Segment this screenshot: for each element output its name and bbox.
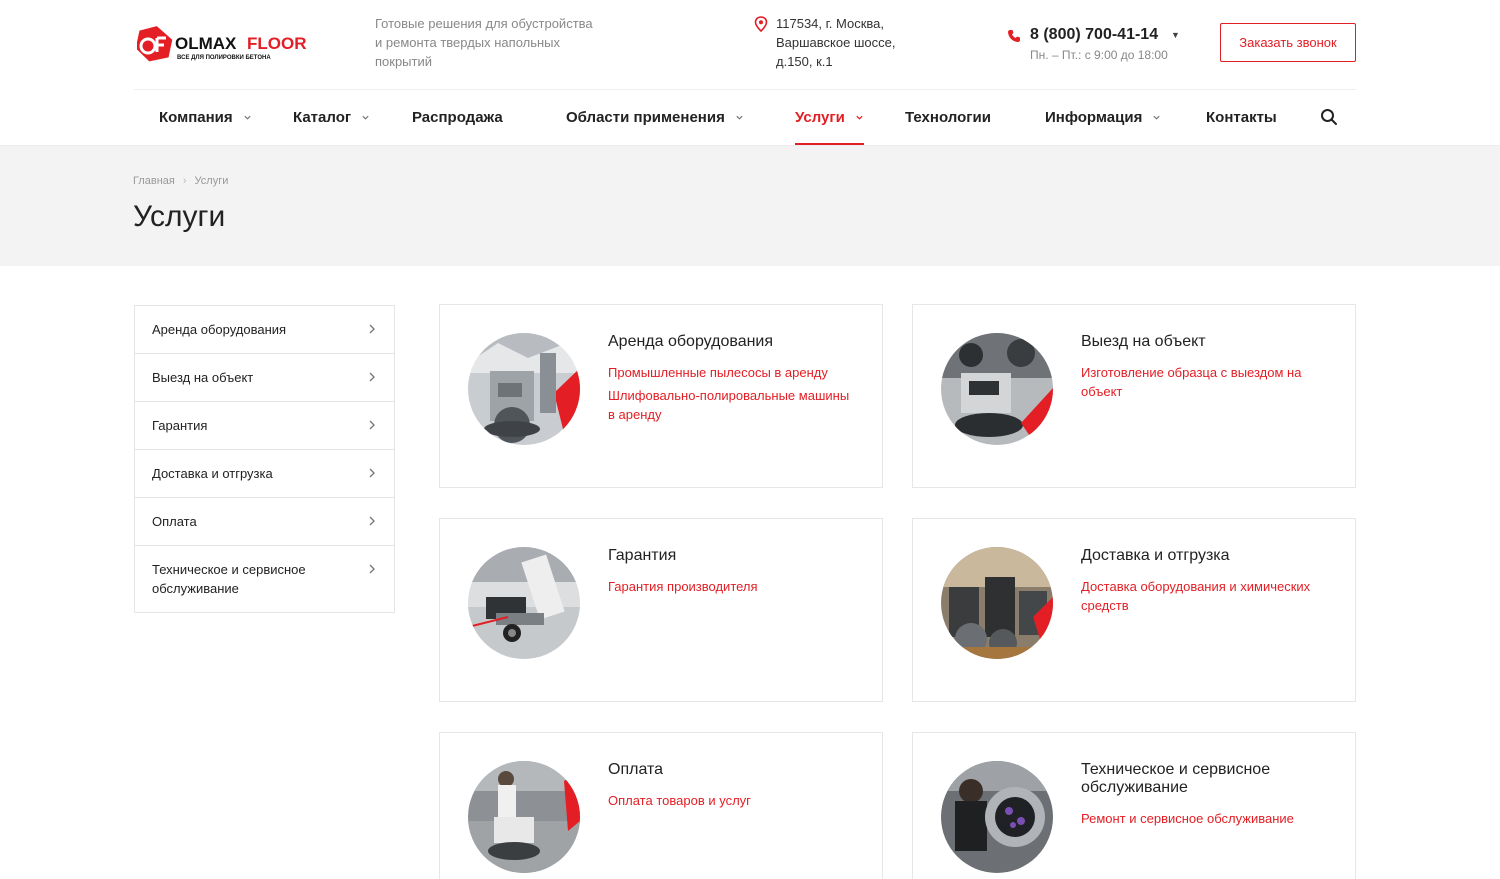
card-title[interactable]: Доставка и отгрузка [1081,547,1331,565]
chevron-down-icon [1153,115,1160,120]
card-links: Доставка оборудования и химических средс… [1081,577,1331,619]
phone-number[interactable]: 8 (800) 700-41-14 [1030,26,1158,44]
svg-text:OLMAX: OLMAX [175,34,237,53]
service-card-delivery[interactable]: Доставка и отгрузка Доставка оборудовани… [912,518,1356,702]
service-card-payment[interactable]: Оплата Оплата товаров и услуг [439,732,883,879]
header-tagline: Готовые решения для обустройства и ремон… [375,16,593,69]
sidebar-item-warranty[interactable]: Гарантия [135,402,394,450]
chevron-down-icon [856,115,863,120]
card-link-sample[interactable]: Изготовление образца с выездом на объект [1081,363,1331,401]
chevron-right-icon [369,372,375,382]
page: OLMAX FLOOR ВСЕ ДЛЯ ПОЛИРОВКИ БЕТОНА Гот… [0,0,1500,879]
card-title[interactable]: Аренда оборудования [608,333,858,351]
callback-button[interactable]: Заказать звонок [1220,23,1356,62]
sidebar-item-label: Оплата [152,514,197,529]
page-title-band: Главная › Услуги Услуги [0,145,1500,266]
breadcrumb: Главная › Услуги [133,175,228,187]
card-title[interactable]: Техническое и сервисное обслуживание [1081,761,1331,797]
nav-item-catalog[interactable]: Каталог [293,90,370,145]
nav-label: Распродажа [412,109,503,126]
machine-cart-photo-icon [468,547,580,659]
logo-mark-icon: OLMAX FLOOR ВСЕ ДЛЯ ПОЛИРОВКИ БЕТОНА [135,26,307,62]
grinder-onsite-photo-icon [941,333,1053,445]
sidebar-item-rental[interactable]: Аренда оборудования [135,306,394,354]
working-hours: Пн. – Пт.: с 9:00 до 18:00 [1030,48,1168,62]
main-nav: Компания Каталог Распродажа Области прим… [134,89,1356,145]
warehouse-photo-icon [941,547,1053,659]
sidebar-item-delivery[interactable]: Доставка и отгрузка [135,450,394,498]
nav-label: Области применения [566,109,725,126]
service-card-warranty[interactable]: Гарантия Гарантия производителя [439,518,883,702]
nav-item-technologies[interactable]: Технологии [905,90,991,145]
svg-text:FLOOR: FLOOR [247,34,307,53]
breadcrumb-separator-icon: › [182,175,187,187]
floor-grinder-photo-icon [468,333,580,445]
chevron-right-icon [369,324,375,334]
card-link-grinders[interactable]: Шлифовально-полировальные машины в аренд… [608,386,858,424]
sidebar-item-payment[interactable]: Оплата [135,498,394,546]
breadcrumb-current: Услуги [194,175,229,187]
nav-label: Технологии [905,109,991,126]
nav-label: Информация [1045,109,1143,126]
service-card-onsite[interactable]: Выезд на объект Изготовление образца с в… [912,304,1356,488]
card-link-payment[interactable]: Оплата товаров и услуг [608,791,858,810]
card-link-equipment-delivery[interactable]: Доставка оборудования и химических средс… [1081,577,1331,615]
search-icon[interactable] [1320,108,1338,126]
service-card-maintenance[interactable]: Техническое и сервисное обслуживание Рем… [912,732,1356,879]
location-pin-icon [754,16,768,32]
nav-item-contacts[interactable]: Контакты [1206,90,1277,145]
card-links: Изготовление образца с выездом на объект [1081,363,1331,405]
nav-label: Услуги [795,109,845,126]
card-link-repair[interactable]: Ремонт и сервисное обслуживание [1081,809,1331,828]
sidebar-item-label: Аренда оборудования [152,322,287,337]
nav-label: Компания [159,109,233,126]
sidebar-item-label: Техническое и сервисное обслуживание [152,562,306,596]
sidebar-item-service[interactable]: Техническое и сервисное обслуживание [135,546,394,612]
chevron-right-icon [369,468,375,478]
sidebar-item-label: Доставка и отгрузка [152,466,273,481]
nav-item-company[interactable]: Компания [159,90,252,145]
service-card-rental[interactable]: Аренда оборудования Промышленные пылесос… [439,304,883,488]
floor-polisher-photo-icon [468,761,580,873]
nav-label: Контакты [1206,109,1277,126]
site-header: OLMAX FLOOR ВСЕ ДЛЯ ПОЛИРОВКИ БЕТОНА Гот… [0,0,1500,90]
phone-icon [1008,30,1020,42]
service-technician-photo-icon [941,761,1053,873]
page-title: Услуги [133,200,226,233]
address-text: 117534, г. Москва, Варшавское шоссе, д.1… [776,16,896,69]
chevron-down-icon [362,115,369,120]
svg-text:ВСЕ ДЛЯ ПОЛИРОВКИ БЕТОНА: ВСЕ ДЛЯ ПОЛИРОВКИ БЕТОНА [177,55,271,61]
sidebar-item-onsite[interactable]: Выезд на объект [135,354,394,402]
nav-item-services[interactable]: Услуги [795,90,864,145]
sidebar-item-label: Гарантия [152,418,208,433]
nav-label: Каталог [293,109,352,126]
card-link-manufacturer-warranty[interactable]: Гарантия производителя [608,577,858,596]
card-links: Оплата товаров и услуг [608,791,858,814]
card-title[interactable]: Оплата [608,761,858,779]
phone-dropdown-icon[interactable]: ▼ [1171,30,1180,40]
card-links: Промышленные пылесосы в аренду Шлифоваль… [608,363,858,428]
chevron-down-icon [244,115,251,120]
nav-item-information[interactable]: Информация [1045,90,1161,145]
chevron-down-icon [736,115,743,120]
card-link-vacuums[interactable]: Промышленные пылесосы в аренду [608,363,858,382]
sidebar-menu: Аренда оборудования Выезд на объект Гара… [134,305,395,613]
card-title[interactable]: Выезд на объект [1081,333,1331,351]
sidebar-item-label: Выезд на объект [152,370,254,385]
nav-item-applications[interactable]: Области применения [566,90,744,145]
card-links: Гарантия производителя [608,577,858,600]
breadcrumb-home[interactable]: Главная [133,175,175,187]
nav-item-sale[interactable]: Распродажа [412,90,503,145]
chevron-right-icon [369,564,375,574]
logo[interactable]: OLMAX FLOOR ВСЕ ДЛЯ ПОЛИРОВКИ БЕТОНА [135,24,317,64]
chevron-right-icon [369,516,375,526]
chevron-right-icon [369,420,375,430]
card-links: Ремонт и сервисное обслуживание [1081,809,1331,832]
card-title[interactable]: Гарантия [608,547,858,565]
